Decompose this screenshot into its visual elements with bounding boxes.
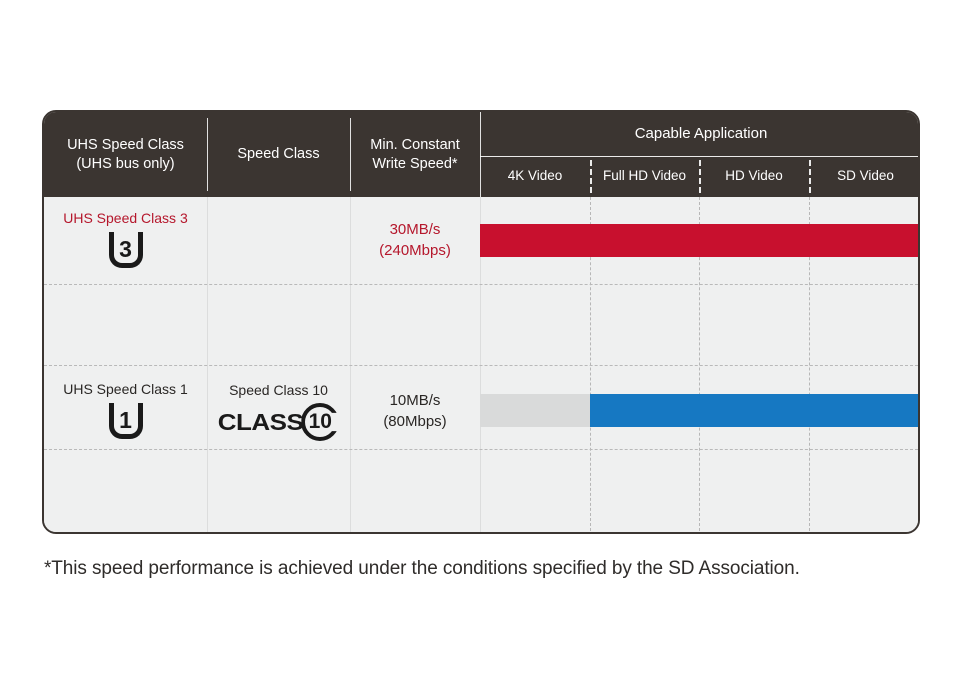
speed-class-table: UHS Speed Class (UHS bus only) Speed Cla…	[42, 110, 920, 534]
header-uhs-speed-class: UHS Speed Class (UHS bus only)	[44, 112, 207, 197]
header-write-speed-line2: Write Speed*	[372, 155, 458, 172]
cell-speed-class	[207, 197, 350, 284]
header-divider-1	[207, 118, 208, 191]
header-uhs-speed-class-line2: (UHS bus only)	[76, 155, 175, 172]
table-row: Speed Class 6 CLASS 6 6MB/s (48Mbps)	[44, 365, 918, 449]
header-write-speed-line1: Min. Constant	[370, 137, 460, 154]
header-dashed-divider-2	[699, 160, 701, 193]
uhs-speed-class-3-icon: 3	[106, 231, 146, 272]
header-dashed-divider-3	[809, 160, 811, 193]
uhs-class-label: UHS Speed Class 3	[63, 209, 188, 226]
cell-uhs-class	[44, 533, 207, 534]
cell-speed-class: Speed Class 6 CLASS 6	[207, 533, 350, 534]
header-min-constant-write-speed: Min. Constant Write Speed*	[350, 112, 480, 197]
table-body: UHS Speed Class 3 3 30MB/s (240Mbps) UHS…	[44, 197, 918, 532]
header-app-4k-video: 4K Video	[507, 168, 563, 184]
uhs-badge-number: 3	[119, 236, 132, 262]
cell-uhs-class: UHS Speed Class 3 3	[44, 197, 207, 284]
header-app-hd-video: HD Video	[725, 168, 783, 184]
header-divider-3	[480, 112, 481, 197]
cell-write-speed: 30MB/s (240Mbps)	[350, 197, 480, 284]
header-app-sd-video: SD Video	[837, 168, 894, 184]
header-divider-2	[350, 118, 351, 191]
header-speed-class: Speed Class	[237, 146, 320, 163]
write-speed-bits: (240Mbps)	[379, 241, 451, 259]
header-app-full-hd-video: Full HD Video	[602, 168, 687, 184]
table-row: UHS Speed Class 1 1 Speed Class 10 CLASS…	[44, 284, 918, 441]
table-header: UHS Speed Class (UHS bus only) Speed Cla…	[44, 112, 918, 197]
chart-page: UHS Speed Class (UHS bus only) Speed Cla…	[0, 0, 960, 700]
table-row: Speed Class 4 CLASS 4 4MB/s (32Mbps)	[44, 449, 918, 532]
table-row: UHS Speed Class 3 3 30MB/s (240Mbps)	[44, 197, 918, 284]
write-speed-bytes: 30MB/s	[389, 221, 441, 239]
header-uhs-speed-class-line1: UHS Speed Class	[67, 137, 184, 154]
bar-fill-uhs-class-3	[480, 224, 918, 257]
footnote: *This speed performance is achieved unde…	[44, 558, 800, 579]
header-dashed-divider-1	[590, 160, 592, 193]
header-capable-application: Capable Application	[634, 124, 768, 142]
cell-write-speed: 6MB/s (48Mbps)	[350, 533, 480, 534]
